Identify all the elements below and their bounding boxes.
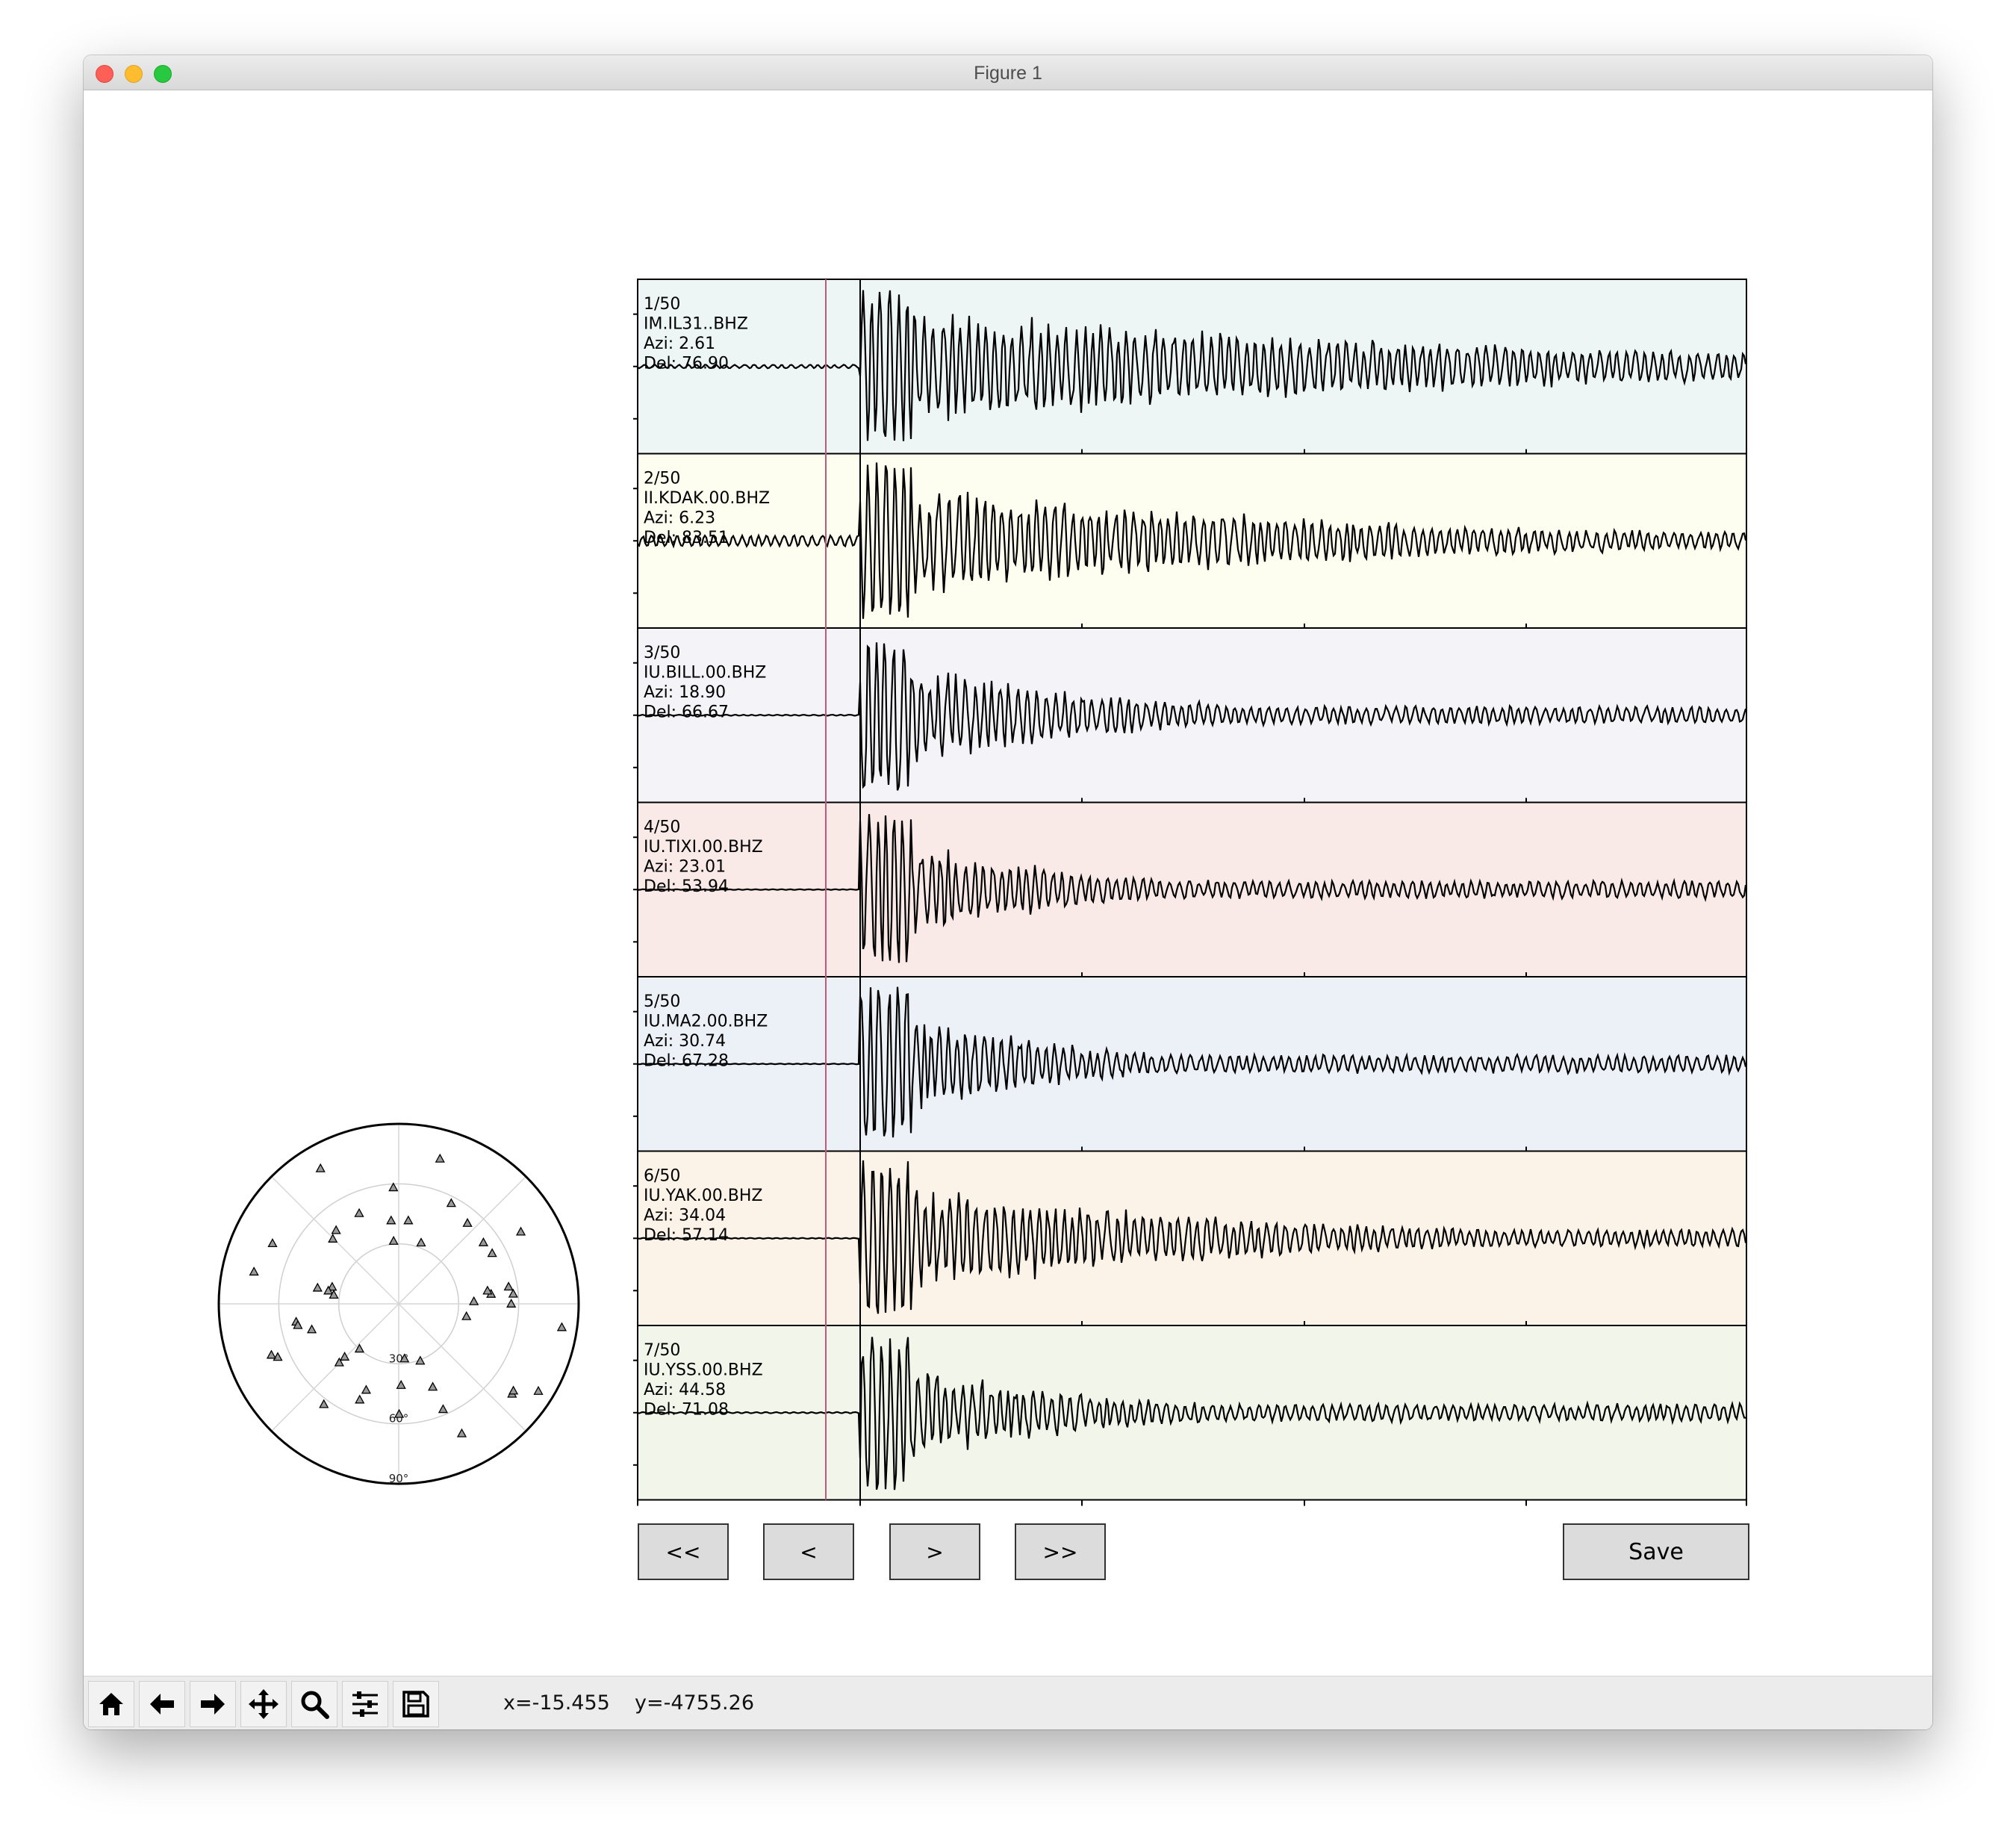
trace-distance-label: Del: 66.67: [644, 703, 729, 722]
trace-distance-label: Del: 83.51: [644, 529, 729, 547]
polar-grid-spoke: [271, 1303, 399, 1432]
station-triangle-marker[interactable]: [339, 1351, 350, 1361]
trace-index-label: 1/50: [644, 295, 680, 314]
first-page-button[interactable]: <<: [638, 1523, 729, 1580]
trace-distance-label: Del: 76.90: [644, 355, 729, 373]
trace-index-label: 2/50: [644, 470, 680, 488]
trace-panel[interactable]: 4/50IU.TIXI.00.BHZAzi: 23.01Del: 53.94: [633, 801, 1747, 978]
station-triangle-marker[interactable]: [533, 1385, 544, 1395]
trace-azimuth-label: Azi: 6.23: [644, 509, 715, 528]
trace-index-label: 7/50: [644, 1341, 680, 1360]
station-azimuth-polar-plot: 30°60°90°: [217, 1122, 580, 1485]
trace-index-label: 5/50: [644, 992, 680, 1011]
station-triangle-marker[interactable]: [306, 1324, 317, 1334]
trace-azimuth-label: Azi: 23.01: [644, 858, 726, 877]
trace-station-label: IU.MA2.00.BHZ: [644, 1013, 768, 1031]
trace-distance-label: Del: 67.28: [644, 1052, 729, 1071]
station-triangle-marker[interactable]: [461, 1311, 472, 1320]
station-triangle-marker[interactable]: [312, 1282, 323, 1292]
station-triangle-marker[interactable]: [556, 1322, 567, 1331]
zoom-icon[interactable]: [291, 1681, 337, 1727]
save-button[interactable]: Save: [1563, 1523, 1749, 1580]
trace-panel[interactable]: 5/50 IU.MA2.00.BHZAzi: 30.74Del: 67.28: [633, 976, 1747, 1152]
save-figure-icon[interactable]: [393, 1681, 439, 1727]
trace-station-label: IU.TIXI.00.BHZ: [644, 838, 763, 857]
seismogram-traces-panel: 1/50IM.IL31..BHZAzi: 2.61Del: 76.902/50I…: [633, 279, 1747, 1506]
pan-icon[interactable]: [240, 1681, 287, 1727]
previous-page-button[interactable]: <: [763, 1523, 854, 1580]
station-triangle-marker[interactable]: [331, 1225, 341, 1234]
trace-index-label: 3/50: [644, 644, 680, 662]
home-icon[interactable]: [88, 1681, 134, 1727]
station-triangle-marker[interactable]: [315, 1163, 326, 1172]
station-triangle-marker[interactable]: [416, 1237, 426, 1247]
station-triangle-marker[interactable]: [469, 1296, 479, 1305]
trace-distance-label: Del: 57.14: [644, 1226, 729, 1245]
station-triangle-marker[interactable]: [446, 1198, 456, 1208]
station-triangle-marker[interactable]: [403, 1215, 414, 1225]
station-triangle-marker[interactable]: [508, 1385, 519, 1395]
station-triangle-marker[interactable]: [428, 1381, 438, 1391]
trace-station-label: IU.YAK.00.BHZ: [644, 1187, 762, 1205]
station-triangle-marker[interactable]: [462, 1217, 473, 1227]
trace-distance-label: Del: 53.94: [644, 877, 729, 896]
station-triangle-marker[interactable]: [515, 1226, 526, 1236]
configure-subplots-icon[interactable]: [342, 1681, 388, 1727]
station-triangle-marker[interactable]: [354, 1208, 364, 1217]
station-triangle-marker[interactable]: [355, 1394, 365, 1404]
figure-window: Figure 1 30° 60° 90° 1/50 IM.IL31..BHZ Azi: …: [84, 55, 1932, 1729]
station-triangle-marker[interactable]: [361, 1384, 371, 1394]
trace-station-label: II.KDAK.00.BHZ: [644, 489, 770, 508]
x-coordinate-readout: x=-15.455: [503, 1691, 610, 1715]
next-page-button[interactable]: >: [889, 1523, 980, 1580]
station-triangle-marker[interactable]: [438, 1404, 449, 1414]
trace-station-label: IU.YSS.00.BHZ: [644, 1361, 763, 1380]
station-triangle-marker[interactable]: [456, 1428, 467, 1438]
trace-panel[interactable]: 2/50II.KDAK.00.BHZAzi: 6.23Del: 83.51: [633, 453, 1747, 629]
trace-panel[interactable]: 3/50 IU.BILL.00.BHZAzi: 18.90Del: 66.67: [633, 627, 1747, 804]
station-triangle-marker[interactable]: [487, 1248, 497, 1258]
trace-panel[interactable]: 1/50IM.IL31..BHZAzi: 2.61 Del: 76.90: [633, 279, 1747, 455]
station-triangle-marker[interactable]: [478, 1237, 489, 1246]
forward-arrow-icon[interactable]: [190, 1681, 236, 1727]
figure-canvas[interactable]: 30°60°90° 1/50IM.IL31..BHZAzi: 2.61 Del: …: [84, 55, 1932, 1676]
trace-azimuth-label: Azi: 18.90: [644, 683, 726, 702]
station-triangle-marker[interactable]: [267, 1238, 278, 1248]
trace-index-label: 6/50: [644, 1167, 680, 1186]
station-triangle-marker[interactable]: [435, 1153, 445, 1163]
station-triangle-marker[interactable]: [508, 1288, 518, 1298]
station-triangle-marker[interactable]: [388, 1235, 399, 1245]
trace-azimuth-label: Azi: 44.58: [644, 1381, 726, 1399]
station-triangle-marker[interactable]: [266, 1349, 277, 1359]
trace-azimuth-label: Azi: 30.74: [644, 1032, 726, 1051]
trace-panel[interactable]: 7/50IU.YSS.00.BHZAzi: 44.58 Del: 71.08: [633, 1325, 1747, 1501]
trace-azimuth-label: Azi: 2.61: [644, 335, 715, 353]
y-coordinate-readout: y=-4755.26: [635, 1691, 754, 1715]
trace-index-label: 4/50: [644, 818, 680, 837]
polar-ring-label: 90°: [389, 1472, 409, 1485]
trace-azimuth-label: Azi: 34.04: [644, 1207, 726, 1225]
station-triangle-marker[interactable]: [319, 1399, 329, 1408]
trace-panel[interactable]: 6/50IU.YAK.00.BHZ Azi: 34.04Del: 57.14: [633, 1150, 1747, 1326]
back-arrow-icon[interactable]: [139, 1681, 185, 1727]
polar-grid-spoke: [398, 1303, 526, 1432]
trace-station-label: IU.BILL.00.BHZ: [644, 664, 766, 683]
trace-station-label: IM.IL31..BHZ: [644, 315, 748, 334]
station-triangle-marker[interactable]: [249, 1266, 259, 1276]
last-page-button[interactable]: >>: [1015, 1523, 1106, 1580]
station-triangle-marker[interactable]: [386, 1215, 396, 1225]
station-triangle-marker[interactable]: [503, 1281, 514, 1291]
trace-distance-label: Del: 71.08: [644, 1401, 729, 1420]
navigation-toolbar: x=-15.455 y=-4755.26: [84, 1676, 1932, 1729]
